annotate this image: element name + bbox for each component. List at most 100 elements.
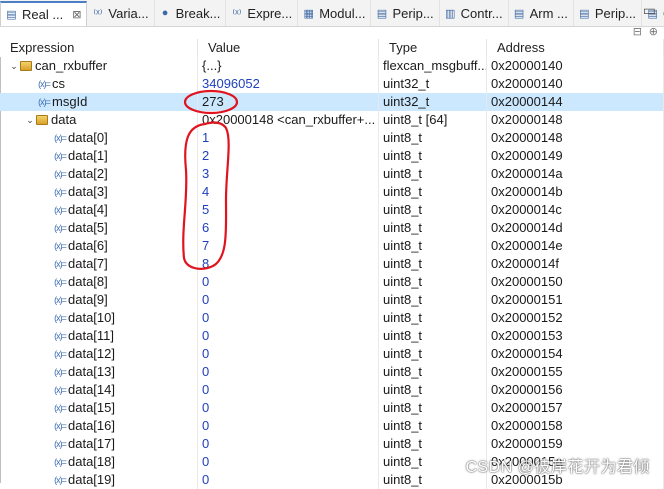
value-cell[interactable]: 0 bbox=[198, 471, 379, 489]
value-cell[interactable]: 0 bbox=[198, 363, 379, 381]
tree-row[interactable]: (x)= data[9] 0 uint8_t 0x20000151 bbox=[0, 291, 664, 309]
tree-row[interactable]: ⌄ data 0x20000148 <can_rxbuffer+... uint8_t… bbox=[0, 111, 664, 129]
value-cell[interactable]: 34096052 bbox=[198, 75, 379, 93]
column-header-value[interactable]: Value bbox=[198, 39, 379, 57]
expression-name: can_rxbuffer bbox=[35, 58, 108, 73]
value-cell[interactable]: 2 bbox=[198, 147, 379, 165]
controller-icon: ▥ bbox=[444, 7, 456, 20]
value-cell[interactable]: 1 bbox=[198, 129, 379, 147]
tab-breakpoints[interactable]: ● Break... bbox=[155, 0, 227, 26]
expression-cell: (x)= data[0] bbox=[0, 129, 198, 147]
address-cell: 0x20000140 bbox=[487, 57, 664, 75]
expression-name: data[9] bbox=[68, 292, 108, 307]
tab-expressions[interactable]: ⁽ˣ⁾ Expre... bbox=[226, 0, 299, 26]
tree-row[interactable]: (x)= data[0] 1 uint8_t 0x20000148 bbox=[0, 129, 664, 147]
value-cell[interactable]: 0 bbox=[198, 291, 379, 309]
variable-icon: (x)= bbox=[54, 151, 67, 161]
tab-peripherals[interactable]: ▤ Perip... bbox=[574, 0, 643, 26]
add-expression-icon[interactable]: ⊕ bbox=[649, 25, 658, 38]
address-cell: 0x20000159 bbox=[487, 435, 664, 453]
tree-row[interactable]: (x)= data[15] 0 uint8_t 0x20000157 bbox=[0, 399, 664, 417]
tab-label: Arm ... bbox=[529, 5, 568, 21]
tree-row[interactable]: (x)= data[14] 0 uint8_t 0x20000156 bbox=[0, 381, 664, 399]
expression-name: data[17] bbox=[68, 436, 115, 451]
expand-toggle-icon[interactable]: ⌄ bbox=[8, 57, 20, 75]
tab-label: Expre... bbox=[247, 5, 293, 21]
value-cell[interactable]: 0 bbox=[198, 435, 379, 453]
breakpoints-icon: ● bbox=[161, 7, 169, 19]
value-cell[interactable]: 4 bbox=[198, 183, 379, 201]
value-cell[interactable]: 0x20000148 <can_rxbuffer+... bbox=[198, 111, 379, 129]
address-cell: 0x20000144 bbox=[487, 93, 664, 111]
tree-row[interactable]: (x)= data[16] 0 uint8_t 0x20000158 bbox=[0, 417, 664, 435]
tree-row[interactable]: (x)= data[17] 0 uint8_t 0x20000159 bbox=[0, 435, 664, 453]
close-icon[interactable]: ⊠ bbox=[72, 8, 81, 21]
value-cell[interactable]: 0 bbox=[198, 273, 379, 291]
value-cell[interactable]: 0 bbox=[198, 399, 379, 417]
expression-cell: (x)= data[16] bbox=[0, 417, 198, 435]
column-header-expression[interactable]: Expression bbox=[0, 39, 198, 57]
address-cell: 0x2000014d bbox=[487, 219, 664, 237]
tab-real-time[interactable]: ▤ Real ... ⊠ bbox=[0, 1, 88, 26]
value-cell[interactable]: 8 bbox=[198, 255, 379, 273]
tab-arm[interactable]: ▤ Arm ... bbox=[509, 0, 574, 26]
tree-row[interactable]: (x)= data[7] 8 uint8_t 0x2000014f bbox=[0, 255, 664, 273]
value-cell[interactable]: 273 bbox=[198, 93, 379, 111]
tree-row[interactable]: (x)= data[5] 6 uint8_t 0x2000014d bbox=[0, 219, 664, 237]
variable-icon: (x)= bbox=[54, 457, 67, 467]
expression-name: data[19] bbox=[68, 472, 115, 487]
value-cell[interactable]: 0 bbox=[198, 309, 379, 327]
array-icon bbox=[36, 115, 48, 125]
value-cell[interactable]: 0 bbox=[198, 345, 379, 363]
minimize-button[interactable]: ▭ bbox=[643, 2, 656, 19]
value-cell[interactable]: 0 bbox=[198, 417, 379, 435]
value-cell[interactable]: 6 bbox=[198, 219, 379, 237]
tree-row[interactable]: (x)= data[12] 0 uint8_t 0x20000154 bbox=[0, 345, 664, 363]
tree-row[interactable]: (x)= data[1] 2 uint8_t 0x20000149 bbox=[0, 147, 664, 165]
tab-label: Perip... bbox=[392, 5, 434, 21]
value-cell[interactable]: 5 bbox=[198, 201, 379, 219]
collapse-all-icon[interactable]: ⊟ bbox=[633, 25, 642, 38]
column-header-address[interactable]: Address bbox=[487, 39, 664, 57]
type-cell: uint8_t bbox=[379, 381, 487, 399]
modules-icon: ▦ bbox=[303, 7, 314, 20]
expressions-icon: ⁽ˣ⁾ bbox=[232, 7, 242, 20]
tree-row[interactable]: (x)= cs 34096052 uint32_t 0x20000140 bbox=[0, 75, 664, 93]
variable-icon: (x)= bbox=[54, 403, 67, 413]
expression-cell: (x)= data[9] bbox=[0, 291, 198, 309]
tree-row[interactable]: ⌄ can_rxbuffer {...} flexcan_msgbuff... 0x20… bbox=[0, 57, 664, 75]
tree-row[interactable]: (x)= data[10] 0 uint8_t 0x20000152 bbox=[0, 309, 664, 327]
tree-row[interactable]: (x)= data[4] 5 uint8_t 0x2000014c bbox=[0, 201, 664, 219]
type-cell: uint32_t bbox=[379, 93, 487, 111]
value-cell[interactable]: 3 bbox=[198, 165, 379, 183]
tab-modules[interactable]: ▦ Modul... bbox=[298, 0, 372, 26]
tree-row[interactable]: (x)= data[11] 0 uint8_t 0x20000153 bbox=[0, 327, 664, 345]
tree-row[interactable]: (x)= data[13] 0 uint8_t 0x20000155 bbox=[0, 363, 664, 381]
tab-variables[interactable]: ⁽ˣ⁾ Varia... bbox=[87, 0, 155, 26]
value-cell[interactable]: 0 bbox=[198, 381, 379, 399]
tab-controller[interactable]: ▥ Contr... bbox=[440, 0, 509, 26]
value-cell[interactable]: 0 bbox=[198, 453, 379, 471]
expression-name: data[15] bbox=[68, 400, 115, 415]
value-cell[interactable]: 7 bbox=[198, 237, 379, 255]
tree-row[interactable]: (x)= data[2] 3 uint8_t 0x2000014a bbox=[0, 165, 664, 183]
tree-row[interactable]: (x)= msgId 273 uint32_t 0x20000144 bbox=[0, 93, 664, 111]
variable-icon: (x)= bbox=[54, 277, 67, 287]
type-cell: uint8_t bbox=[379, 291, 487, 309]
tab-peripherals[interactable]: ▤ Perip... bbox=[371, 0, 440, 26]
address-cell: 0x2000014f bbox=[487, 255, 664, 273]
expression-name: data bbox=[51, 112, 77, 127]
value-cell[interactable]: {...} bbox=[198, 57, 379, 75]
variables-icon: ⁽ˣ⁾ bbox=[93, 7, 103, 20]
tree-row[interactable]: (x)= data[3] 4 uint8_t 0x2000014b bbox=[0, 183, 664, 201]
expand-toggle-icon[interactable]: ⌄ bbox=[24, 111, 36, 129]
value-cell[interactable]: 0 bbox=[198, 327, 379, 345]
tab-label: Modul... bbox=[319, 5, 366, 21]
column-header-type[interactable]: Type bbox=[379, 39, 487, 57]
expression-cell: (x)= data[6] bbox=[0, 237, 198, 255]
expression-cell: (x)= data[10] bbox=[0, 309, 198, 327]
tree-row[interactable]: (x)= data[8] 0 uint8_t 0x20000150 bbox=[0, 273, 664, 291]
tab-label: Varia... bbox=[108, 5, 149, 21]
expression-cell: (x)= data[4] bbox=[0, 201, 198, 219]
tree-row[interactable]: (x)= data[6] 7 uint8_t 0x2000014e bbox=[0, 237, 664, 255]
